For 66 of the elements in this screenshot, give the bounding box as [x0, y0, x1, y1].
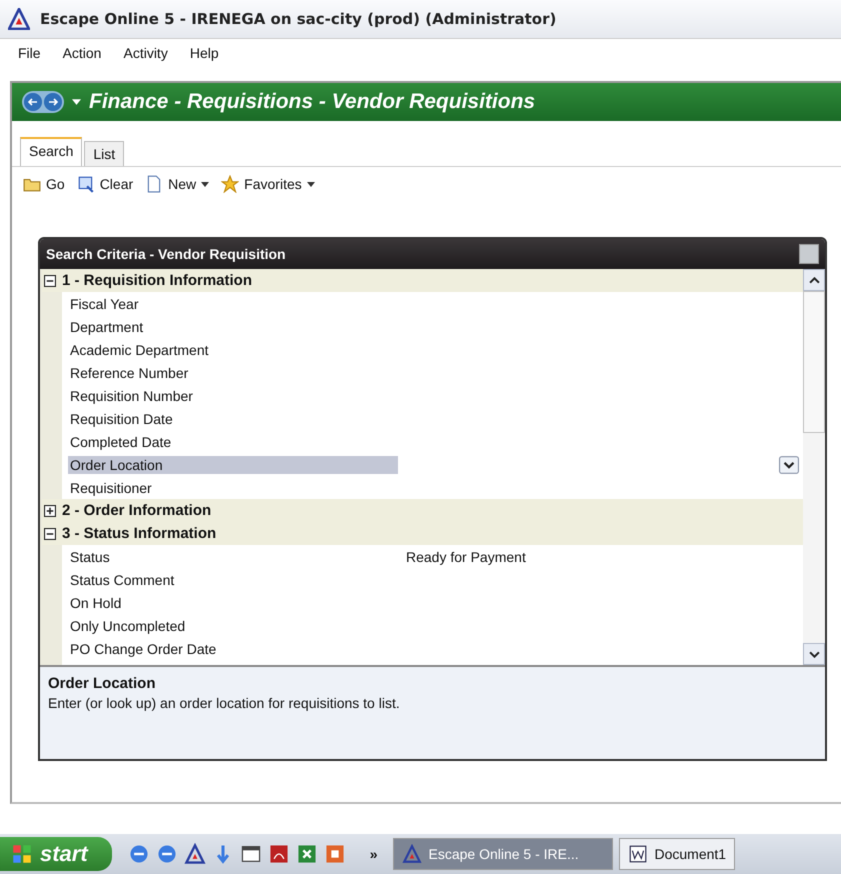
scroll-thumb[interactable] [803, 291, 825, 433]
toolbar-button[interactable]: New [142, 173, 212, 195]
toolbar-button[interactable]: Go [20, 173, 68, 195]
section-title: 2 - Order Information [62, 502, 212, 519]
quick-launch-icon[interactable] [184, 843, 206, 865]
property-label[interactable]: PO Change Order Date [68, 640, 398, 658]
help-title: Order Location [48, 675, 157, 692]
section-header[interactable]: 3 - Status Information [42, 522, 803, 545]
star-icon [221, 175, 240, 193]
section-title: 3 - Status Information [62, 525, 216, 542]
quick-launch-icon[interactable] [156, 843, 178, 865]
toolbar-button[interactable]: Clear [74, 173, 136, 195]
taskbar-task[interactable]: Escape Online 5 - IRE... [393, 838, 614, 870]
dropdown-button[interactable] [779, 456, 799, 474]
expander-icon[interactable] [44, 274, 56, 286]
scroll-down-button[interactable] [803, 643, 825, 665]
property-label[interactable]: Requisitioner [68, 478, 398, 496]
triangle-logo-icon [402, 844, 422, 864]
menu-item[interactable]: Activity [123, 45, 168, 65]
property-label[interactable]: Order Location [68, 456, 398, 474]
property-label[interactable]: Status Comment [68, 570, 398, 588]
menu-item[interactable]: File [18, 45, 41, 65]
section-header[interactable]: 1 - Requisition Information [42, 269, 803, 292]
section-title: 1 - Requisition Information [62, 272, 252, 289]
back-forward-buttons[interactable] [22, 91, 64, 113]
help-text: Enter (or look up) an order location for requisitions to list. [48, 695, 401, 711]
property-label[interactable]: Fiscal Year [68, 294, 398, 312]
tab[interactable]: Search [20, 137, 82, 166]
window-title: Escape Online 5 - IRENEGA on sac-city (prod) (Administrator) [40, 10, 556, 28]
breadcrumb-title: Finance - Requisitions - Vendor Requisitions [89, 90, 536, 114]
quick-launch-icon[interactable] [296, 843, 318, 865]
windows-flag-icon [12, 844, 32, 864]
quick-launch-icon[interactable] [268, 843, 290, 865]
expander-icon[interactable] [44, 504, 56, 516]
forward-icon[interactable] [44, 93, 62, 111]
scroll-up-button[interactable] [803, 269, 825, 291]
document-icon [628, 844, 648, 864]
property-label[interactable]: Requisition Date [68, 410, 398, 428]
section-header[interactable]: 2 - Order Information [42, 499, 803, 522]
back-icon[interactable] [24, 93, 42, 111]
magnifier-icon [76, 175, 95, 193]
property-label[interactable]: Department [68, 318, 398, 336]
chevron-up-icon [808, 276, 820, 284]
menu-item[interactable]: Help [190, 45, 219, 65]
property-label[interactable]: Requisition Number [68, 386, 398, 404]
expander-icon[interactable] [44, 528, 56, 540]
property-value: Ready for Payment [406, 548, 526, 564]
taskbar-task[interactable]: Document1 [619, 838, 736, 870]
chevron-down-icon [808, 650, 820, 658]
more-icons-button[interactable]: » [370, 846, 378, 862]
menu-item[interactable]: Action [62, 45, 102, 65]
panel-title: Search Criteria - Vendor Requisition [46, 246, 286, 262]
property-label[interactable]: Status [68, 548, 398, 566]
property-label[interactable]: Academic Department [68, 340, 398, 358]
caret-icon[interactable] [72, 99, 81, 105]
property-label[interactable]: Completed Date [68, 432, 398, 450]
property-label[interactable]: Only Uncompleted [68, 616, 398, 634]
triangle-logo-icon [8, 8, 30, 30]
vertical-scrollbar[interactable] [803, 269, 825, 665]
tab[interactable]: List [84, 141, 124, 166]
quick-launch-icon[interactable] [240, 843, 262, 865]
quick-launch-icon[interactable] [128, 843, 150, 865]
property-label[interactable]: On Hold [68, 594, 398, 612]
start-button[interactable]: start [0, 837, 112, 871]
property-label[interactable]: Reference Number [68, 364, 398, 382]
toolbar-button[interactable]: Favorites [218, 173, 318, 195]
